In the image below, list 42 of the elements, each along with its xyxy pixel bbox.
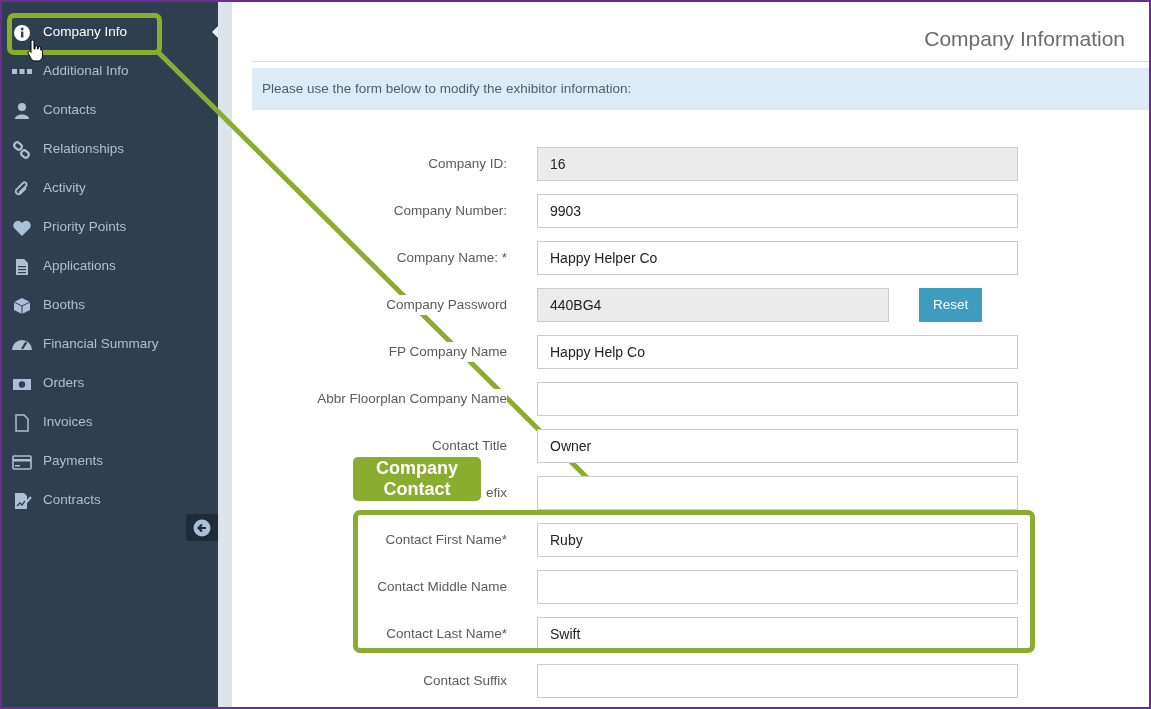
heart-icon [12, 218, 32, 237]
sidebar-item[interactable]: Additional Info [2, 52, 218, 91]
gauge-icon [12, 339, 32, 350]
callout-label: Company Contact [353, 457, 481, 502]
dots-icon [12, 69, 32, 74]
sidebar-item[interactable]: Orders [2, 364, 218, 403]
input-field[interactable]: 16 [537, 146, 1018, 181]
input-field[interactable]: 440BG4 [537, 287, 889, 322]
sidebar-item[interactable]: Financial Summary [2, 325, 218, 364]
credit-card-icon [12, 452, 32, 471]
input-field[interactable]: Owner [537, 428, 1018, 463]
sidebar-item[interactable]: Activity [2, 169, 218, 208]
input-field[interactable] [537, 569, 1018, 604]
input-field[interactable]: Swift [537, 616, 1018, 651]
input-field[interactable] [537, 663, 1018, 698]
input-field[interactable] [537, 381, 1018, 416]
user-icon [12, 101, 32, 120]
sidebar-item[interactable]: Relationships [2, 130, 218, 169]
field-label: FP Company Name [388, 341, 507, 363]
input-field[interactable]: Happy Helper Co [537, 240, 1018, 275]
input-field[interactable]: 9903 [537, 193, 1018, 228]
hand-cursor-icon [27, 40, 43, 62]
sidebar-item[interactable]: Contracts [2, 481, 218, 520]
info-icon [12, 23, 32, 42]
input-field[interactable]: Happy Help Co [537, 334, 1018, 369]
input-field[interactable] [537, 475, 1018, 510]
signature-icon [12, 491, 32, 510]
input-field[interactable]: Ruby [537, 522, 1018, 557]
sidebar-item[interactable]: Invoices [2, 403, 218, 442]
sidebar-item[interactable]: Payments [2, 442, 218, 481]
sidebar-item[interactable]: Contacts [2, 91, 218, 130]
link-icon [12, 140, 32, 159]
field-label: Company Password [386, 294, 507, 316]
file-icon [12, 413, 32, 432]
reset-button[interactable]: Reset [919, 287, 983, 322]
page-title: Company Information [252, 2, 1149, 63]
info-notice: Please use the form below to modify the exhibitor information: [252, 68, 1149, 111]
sidebar-item[interactable]: Applications [2, 247, 218, 286]
cube-icon [12, 296, 32, 315]
collapse-button[interactable] [186, 514, 218, 541]
sidebar-item[interactable]: Booths [2, 286, 218, 325]
sidebar-item[interactable]: Priority Points [2, 208, 218, 247]
